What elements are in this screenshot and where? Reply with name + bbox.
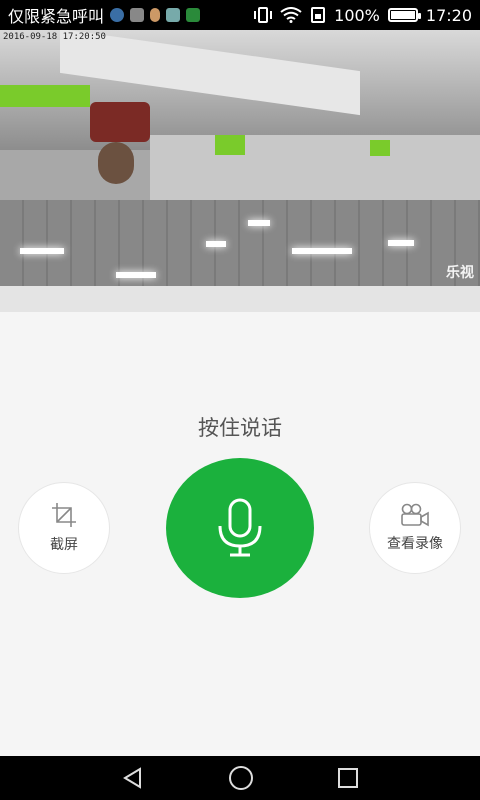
video-light bbox=[116, 272, 156, 278]
video-light bbox=[292, 248, 352, 254]
video-light bbox=[206, 241, 226, 247]
battery-icon bbox=[387, 8, 421, 22]
battery-percent: 100% bbox=[334, 5, 380, 25]
green-app-icon bbox=[186, 8, 201, 22]
status-left: 仅限紧急呼叫 bbox=[8, 3, 201, 27]
video-watermark: 乐视 bbox=[446, 265, 474, 281]
video-timestamp: 2016-09-18 17:20:50 bbox=[3, 32, 106, 42]
trash-icon bbox=[166, 8, 181, 22]
screenshot-button[interactable]: 截屏 bbox=[18, 482, 110, 574]
video-green-strip bbox=[0, 85, 90, 107]
back-icon[interactable] bbox=[121, 766, 145, 790]
app-root: 仅限紧急呼叫 100% 17:20 2016-09-18 17:20:50 乐视… bbox=[0, 0, 480, 800]
bag-icon bbox=[130, 8, 145, 22]
video-green-strip bbox=[215, 135, 245, 155]
vibrate-icon bbox=[254, 7, 273, 23]
video-light bbox=[388, 240, 414, 246]
carrier-text: 仅限紧急呼叫 bbox=[8, 7, 105, 26]
status-bar: 仅限紧急呼叫 100% 17:20 bbox=[0, 0, 480, 30]
view-recordings-button[interactable]: 查看录像 bbox=[369, 482, 461, 574]
divider-band bbox=[0, 286, 480, 312]
video-green-strip bbox=[370, 140, 390, 156]
navigation-bar bbox=[0, 756, 480, 800]
clock: 17:20 bbox=[425, 5, 472, 25]
camera-video[interactable]: 2016-09-18 17:20:50 乐视 bbox=[0, 30, 480, 286]
video-light bbox=[248, 220, 270, 226]
app-icon bbox=[150, 8, 161, 22]
sim-icon bbox=[311, 7, 326, 23]
wifi-icon bbox=[280, 7, 302, 23]
message-icon bbox=[110, 8, 125, 22]
home-icon[interactable] bbox=[228, 765, 254, 791]
view-recordings-label: 查看录像 bbox=[387, 536, 443, 552]
video-camera-icon bbox=[401, 503, 429, 527]
push-to-talk-button[interactable] bbox=[166, 458, 314, 598]
hold-to-talk-hint: 按住说话 bbox=[198, 416, 282, 440]
video-person bbox=[80, 90, 150, 205]
microphone-icon bbox=[218, 498, 262, 557]
status-right: 100% 17:20 bbox=[254, 6, 472, 25]
crop-icon bbox=[52, 503, 76, 527]
screenshot-label: 截屏 bbox=[50, 537, 78, 553]
video-light bbox=[20, 248, 64, 254]
recent-apps-icon[interactable] bbox=[337, 767, 359, 789]
